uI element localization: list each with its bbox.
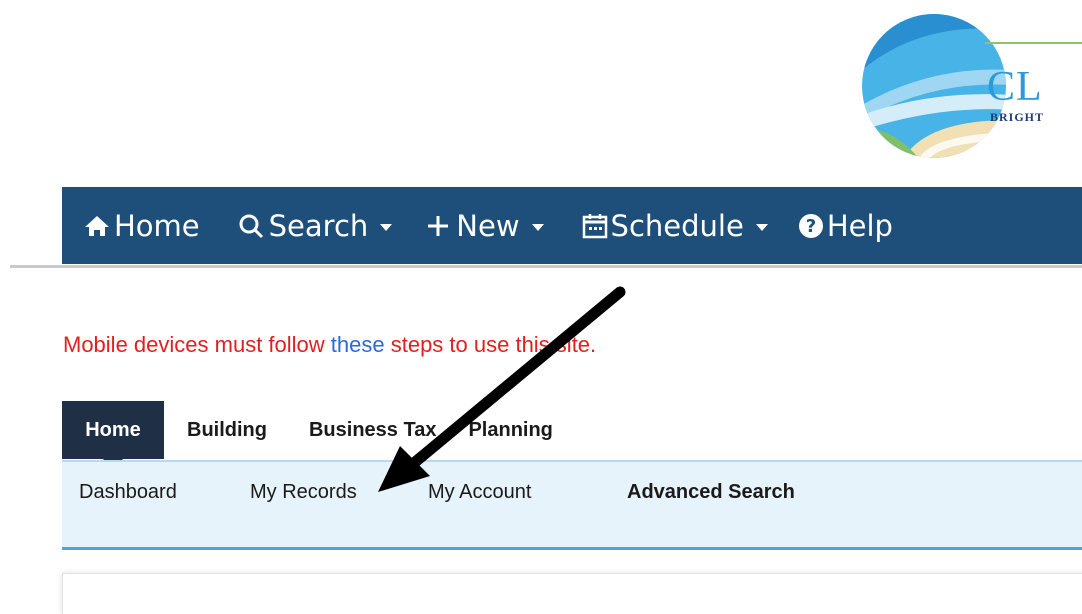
logo-subtext: BRIGHT — [990, 110, 1045, 124]
mobile-notice: Mobile devices must follow these steps t… — [63, 332, 596, 358]
chevron-down-icon — [755, 224, 768, 231]
subnav-advanced-search[interactable]: Advanced Search — [627, 481, 795, 504]
notice-text-end: steps to use this site. — [384, 332, 597, 357]
notice-link[interactable]: these — [331, 332, 385, 357]
nav-new[interactable]: New — [426, 208, 544, 243]
plus-icon — [428, 215, 449, 236]
subnav-my-records[interactable]: My Records — [250, 481, 357, 504]
tab-business-tax[interactable]: Business Tax — [309, 401, 436, 459]
notice-text-start: Mobile devices must follow — [63, 332, 331, 357]
nav-help-label: Help — [826, 208, 893, 243]
nav-search-label: Search — [268, 208, 369, 243]
nav-home-label: Home — [114, 208, 200, 243]
tab-home[interactable]: Home — [62, 401, 164, 469]
help-icon: ? — [798, 213, 823, 238]
content-panel — [62, 573, 1082, 614]
tab-building[interactable]: Building — [187, 401, 267, 459]
subnav-my-account[interactable]: My Account — [428, 481, 531, 504]
nav-schedule-label: Schedule — [610, 208, 744, 243]
search-icon — [239, 214, 263, 238]
nav-schedule[interactable]: Schedule — [582, 209, 768, 243]
calendar-icon — [582, 213, 607, 238]
nav-new-label: New — [456, 208, 520, 243]
home-icon — [85, 215, 109, 236]
sub-navigation: Dashboard My Records My Account Advanced… — [62, 460, 1082, 550]
svg-text:?: ? — [806, 216, 816, 237]
nav-home[interactable]: Home — [84, 209, 200, 243]
chevron-down-icon — [380, 224, 393, 231]
module-tabs: Home Building Business Tax Planning — [62, 401, 553, 469]
top-navigation: Home Search New Schedule ? Help — [62, 187, 1082, 264]
nav-search[interactable]: Search — [238, 209, 393, 243]
subnav-dashboard[interactable]: Dashboard — [79, 481, 177, 504]
tab-planning[interactable]: Planning — [468, 401, 552, 459]
header-divider — [10, 265, 1082, 268]
chevron-down-icon — [531, 224, 544, 231]
logo-text: CL — [987, 64, 1043, 110]
nav-help[interactable]: ? Help — [798, 209, 893, 243]
